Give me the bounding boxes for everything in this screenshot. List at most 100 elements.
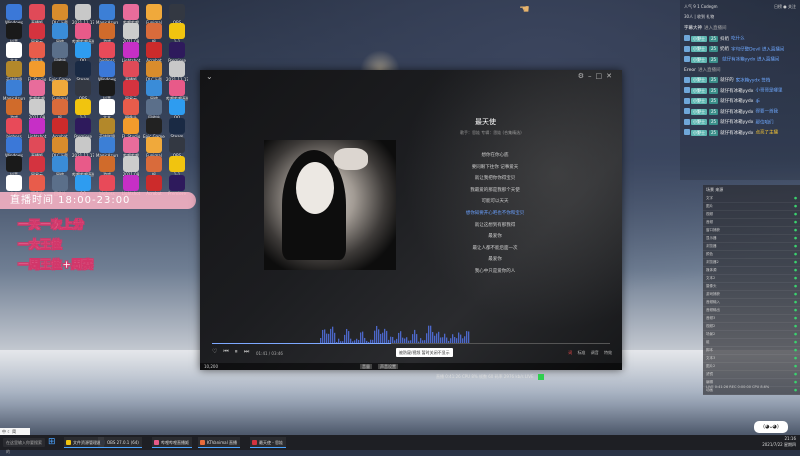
maximize-icon[interactable]: □ [596, 72, 607, 80]
obs-source-row[interactable]: 浏览器2 ● [703, 259, 800, 267]
obs-source-row[interactable]: 文本2 ● [703, 275, 800, 283]
eq-mode-button[interactable]: 调音 [591, 350, 599, 355]
visibility-icon[interactable]: ● [794, 355, 797, 362]
desktop-icon[interactable]: 摄像头 [26, 42, 48, 63]
desktop-icon[interactable]: 直播姬 [26, 4, 48, 25]
desktop-icon[interactable]: Lightshot [26, 118, 48, 139]
desktop-icon[interactable]: 2021.11.17 [72, 137, 94, 158]
desktop-icon[interactable]: 游戏 [3, 99, 25, 120]
lyric-line[interactable]: 可能可以天天 [440, 196, 550, 208]
prev-icon[interactable]: ⏮ [223, 348, 228, 355]
desktop-icon[interactable]: 直播姬 [120, 61, 142, 82]
desktop-icon[interactable]: 摄像头 [120, 99, 142, 120]
visibility-icon[interactable]: ● [794, 227, 797, 234]
chat-username[interactable]: 就仔有冰箱yydx [720, 131, 753, 136]
desktop-icon[interactable]: OBS [166, 137, 188, 158]
ime-indicator[interactable]: 中 ☾ 简 [0, 428, 30, 435]
lyric-line[interactable]: 最爱你 [440, 231, 550, 243]
lyric-line[interactable]: 就让这想到有那我得 [440, 220, 550, 232]
obs-source-row[interactable]: 组 ● [703, 339, 800, 347]
desktop-icon[interactable]: OBS [72, 80, 94, 101]
effect-mode-button[interactable]: 特效 [604, 350, 612, 355]
desktop-icon[interactable]: MagicAzure [96, 4, 118, 25]
visibility-icon[interactable]: ● [794, 339, 797, 346]
like-icon[interactable]: ♡ [212, 348, 217, 355]
progress-bar[interactable] [212, 343, 610, 344]
obs-source-row[interactable]: 场景2 ● [703, 331, 800, 339]
desktop-icon[interactable]: 2021.08 [120, 23, 142, 44]
chat-username[interactable]: 就仔有冰箱yydx [720, 89, 753, 94]
taskbar-app[interactable]: OBS 27.0.1 (64) [98, 437, 142, 448]
desktop-icon[interactable]: 文本 [96, 99, 118, 120]
desktop-icon[interactable]: Acrobat [49, 118, 71, 139]
desktop-icon[interactable]: 2021.08 [120, 156, 142, 177]
desktop-icon[interactable]: DLC下载 [49, 4, 71, 25]
visibility-icon[interactable]: ● [794, 299, 797, 306]
taskbar-app[interactable]: 最天使 - 思娃 [250, 437, 286, 448]
desktop-icon[interactable]: 回收站 [49, 42, 71, 63]
desktop-icon[interactable]: 英雄联盟 [3, 61, 25, 82]
desktop-icon[interactable]: Acrobat [143, 42, 165, 63]
desktop-icon[interactable]: Lightshot [120, 42, 142, 63]
lyric-line[interactable]: 最让人都不能后面一次 [440, 243, 550, 255]
obs-source-row[interactable]: 媒体源 ● [703, 267, 800, 275]
desktop-icon[interactable]: 哔哩哔哩直播 [166, 80, 188, 101]
desktop-icon[interactable]: 直播姬 [26, 137, 48, 158]
desktop-icon[interactable]: 帆 [49, 99, 71, 120]
desktop-icon[interactable]: QQ [72, 42, 94, 63]
desktop-icon[interactable]: 抖音 [96, 80, 118, 101]
visibility-icon[interactable]: ● [794, 291, 797, 298]
desktop-icon[interactable]: MagicAzure [3, 80, 25, 101]
obs-source-row[interactable]: 视频 ● [703, 211, 800, 219]
chat-username[interactable]: 字幕大神 [684, 26, 702, 31]
obs-source-row[interactable]: 脚本 ● [703, 347, 800, 355]
desktop-icon[interactable]: 网络 [49, 23, 71, 44]
desktop-icon[interactable]: 哔哩哔哩直播 [72, 23, 94, 44]
desktop-icon[interactable]: Funimal [49, 80, 71, 101]
chat-username[interactable]: 就仔有冰箱yydx [720, 99, 753, 104]
visibility-icon[interactable]: ● [794, 323, 797, 330]
windows-start-icon[interactable]: ⊞ [48, 437, 58, 447]
window-controls[interactable]: ⚙–□✕ [578, 72, 616, 80]
desktop-icon[interactable]: 哔哩哔哩直播 [72, 156, 94, 177]
desktop-icon[interactable]: 回收站 [143, 99, 165, 120]
visibility-icon[interactable]: ● [794, 283, 797, 290]
sound-settings-tag[interactable]: 声音设置 [378, 364, 398, 369]
volume-tag[interactable]: 音量 [360, 364, 372, 369]
lyric-line[interactable]: 要同眼下往你 记事爱天 [440, 162, 550, 174]
desktop-icon[interactable]: DLC下载 [143, 61, 165, 82]
chat-username[interactable]: 就仔有冰箱yydx [720, 120, 753, 125]
desktop-icon[interactable]: 1-1 [166, 156, 188, 177]
chat-username[interactable]: Ereor [684, 68, 696, 73]
obs-source-row[interactable]: 音频输出 ● [703, 307, 800, 315]
chat-username[interactable]: 就仔有冰箱yydx [720, 110, 753, 115]
settings-icon[interactable]: ⚙ [578, 72, 588, 80]
obs-source-row[interactable]: 摄像头 ● [703, 283, 800, 291]
desktop-icon[interactable]: QQ [166, 99, 188, 120]
desktop-icon[interactable]: Steam [72, 61, 94, 82]
desktop-icon[interactable]: 哔哩哔哩 [26, 80, 48, 101]
obs-source-row[interactable]: 游戏捕获 ● [703, 291, 800, 299]
obs-source-row[interactable]: 音频 ● [703, 219, 800, 227]
lyric-line[interactable]: 就让我把你你得宝贝 [440, 173, 550, 185]
desktop-icon[interactable]: 英雄联盟 [96, 118, 118, 139]
visibility-icon[interactable]: ● [794, 211, 797, 218]
obs-source-row[interactable]: 视频2 ● [703, 323, 800, 331]
desktop-icon[interactable]: 游戏 [96, 156, 118, 177]
desktop-icon[interactable]: Epic Games [143, 118, 165, 139]
minimize-icon[interactable]: – [588, 72, 596, 80]
desktop-icon[interactable]: Steam [166, 118, 188, 139]
desktop-icon[interactable]: Epic Games [49, 61, 71, 82]
desktop-icon[interactable]: bigboss [3, 118, 25, 139]
obs-source-row[interactable]: 滤镜 ● [703, 371, 800, 379]
obs-source-row[interactable]: 文字 ● [703, 195, 800, 203]
obs-source-row[interactable]: 图片 ● [703, 203, 800, 211]
obs-source-row[interactable]: 颜色 ● [703, 251, 800, 259]
chat-username[interactable]: 奶奶 [720, 47, 729, 52]
desktop-icon[interactable]: 抖音 [3, 23, 25, 44]
visibility-icon[interactable]: ● [794, 347, 797, 354]
obs-source-row[interactable]: 文本3 ● [703, 355, 800, 363]
obs-source-row[interactable]: 浏览器 ● [703, 243, 800, 251]
music-player-window[interactable]: ⌄ ⚙–□✕ 最天使 歌手：思娃 专辑：思娃 (合集精选) 想你在你心底 要同眼下… [200, 70, 622, 370]
taskbar-app[interactable]: 哔哩哔哩直播姬 [152, 437, 192, 448]
